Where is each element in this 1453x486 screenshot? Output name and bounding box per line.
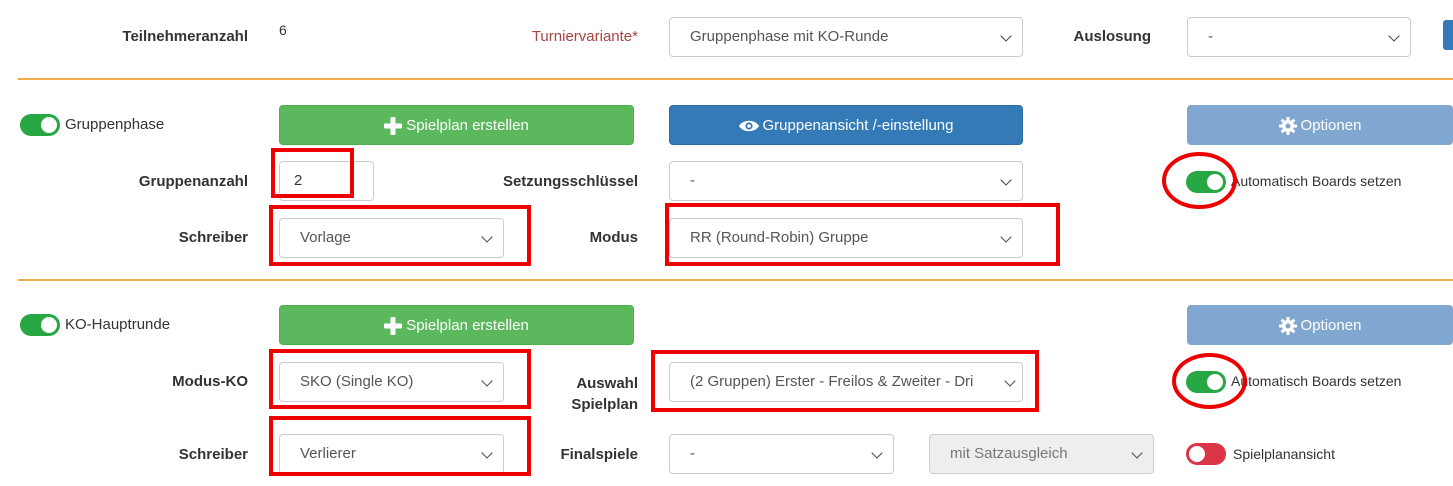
seeding-key-label: Setzungsschlüssel bbox=[502, 173, 638, 190]
edge-button-fragment[interactable] bbox=[1443, 20, 1453, 50]
chevron-down-icon bbox=[481, 447, 493, 459]
finals-select[interactable]: - bbox=[669, 434, 894, 474]
group-view-button[interactable]: Gruppenansicht /-einstellung bbox=[669, 105, 1023, 145]
required-mark: * bbox=[632, 28, 638, 45]
ko-writer-select[interactable]: Verlierer bbox=[279, 434, 504, 474]
ko-create-plan-label: Spielplan erstellen bbox=[406, 317, 529, 334]
group-options-label: Optionen bbox=[1300, 117, 1362, 134]
group-phase-toggle-label: Gruppenphase bbox=[65, 116, 165, 133]
participants-value: 6 bbox=[279, 22, 287, 38]
variant-label: Turniervariante* bbox=[420, 28, 638, 45]
plus-icon bbox=[384, 117, 403, 136]
group-mode-select[interactable]: RR (Round-Robin) Gruppe bbox=[669, 218, 1023, 258]
ko-create-plan-button[interactable]: Spielplan erstellen bbox=[279, 305, 634, 345]
variant-select-value: Gruppenphase mit KO-Runde bbox=[690, 28, 889, 45]
eye-icon bbox=[738, 120, 759, 132]
group-writer-value: Vorlage bbox=[300, 229, 351, 246]
plan-view-toggle[interactable] bbox=[1186, 443, 1226, 465]
group-writer-label: Schreiber bbox=[178, 229, 248, 246]
plan-select-value: (2 Gruppen) Erster - Freilos & Zweiter -… bbox=[690, 373, 974, 390]
plan-select-label: Auswahl Spielplan bbox=[520, 373, 638, 415]
chevron-down-icon bbox=[1000, 30, 1012, 42]
ko-writer-value: Verlierer bbox=[300, 445, 356, 462]
group-phase-toggle[interactable] bbox=[20, 114, 60, 136]
group-auto-boards-toggle[interactable] bbox=[1186, 171, 1226, 193]
chevron-down-icon bbox=[1004, 375, 1016, 387]
seeding-key-value: - bbox=[690, 172, 695, 189]
ko-options-button[interactable]: Optionen bbox=[1187, 305, 1453, 345]
set-balance-select[interactable]: mit Satzausgleich bbox=[929, 434, 1154, 474]
ko-options-label: Optionen bbox=[1300, 317, 1362, 334]
variant-select[interactable]: Gruppenphase mit KO-Runde bbox=[669, 17, 1023, 57]
section-divider bbox=[18, 279, 1453, 281]
finals-value: - bbox=[690, 445, 695, 462]
plan-select[interactable]: (2 Gruppen) Erster - Freilos & Zweiter -… bbox=[669, 362, 1023, 402]
participants-label: Teilnehmeranzahl bbox=[122, 28, 248, 45]
plan-select-label-line1: Auswahl bbox=[576, 375, 638, 392]
ko-auto-boards-toggle[interactable] bbox=[1186, 371, 1226, 393]
group-mode-value: RR (Round-Robin) Gruppe bbox=[690, 229, 869, 246]
ko-auto-boards-label: Automatisch Boards setzen bbox=[1231, 373, 1402, 389]
section-divider bbox=[18, 78, 1453, 80]
group-mode-label: Modus bbox=[589, 229, 638, 246]
chevron-down-icon bbox=[1131, 447, 1143, 459]
gear-icon bbox=[1278, 117, 1297, 136]
chevron-down-icon bbox=[1388, 30, 1400, 42]
group-create-plan-button[interactable]: Spielplan erstellen bbox=[279, 105, 634, 145]
draw-select-value: - bbox=[1208, 28, 1213, 45]
group-options-button[interactable]: Optionen bbox=[1187, 105, 1453, 145]
group-auto-boards-label: Automatisch Boards setzen bbox=[1231, 173, 1402, 189]
set-balance-value: mit Satzausgleich bbox=[950, 445, 1068, 462]
group-create-plan-label: Spielplan erstellen bbox=[406, 117, 529, 134]
ko-round-toggle-label: KO-Hauptrunde bbox=[65, 316, 171, 333]
ko-writer-label: Schreiber bbox=[178, 446, 248, 463]
plus-icon bbox=[384, 317, 403, 336]
group-count-input[interactable]: 2 bbox=[279, 161, 374, 201]
draw-select[interactable]: - bbox=[1187, 17, 1411, 57]
ko-mode-label: Modus-KO bbox=[172, 373, 248, 390]
ko-mode-value: SKO (Single KO) bbox=[300, 373, 414, 390]
ko-round-toggle[interactable] bbox=[20, 314, 60, 336]
draw-label: Auslosung bbox=[1073, 28, 1152, 45]
chevron-down-icon bbox=[871, 447, 883, 459]
finals-label: Finalspiele bbox=[560, 446, 638, 463]
group-view-label: Gruppenansicht /-einstellung bbox=[762, 117, 954, 134]
seeding-key-select[interactable]: - bbox=[669, 161, 1023, 201]
chevron-down-icon bbox=[1000, 231, 1012, 243]
chevron-down-icon bbox=[1000, 174, 1012, 186]
chevron-down-icon bbox=[481, 375, 493, 387]
gear-icon bbox=[1278, 317, 1297, 336]
variant-label-text: Turniervariante bbox=[531, 28, 633, 45]
plan-select-label-line2: Spielplan bbox=[571, 396, 638, 413]
ko-mode-select[interactable]: SKO (Single KO) bbox=[279, 362, 504, 402]
group-count-label: Gruppenanzahl bbox=[138, 173, 248, 190]
plan-view-label: Spielplanansicht bbox=[1233, 446, 1335, 462]
